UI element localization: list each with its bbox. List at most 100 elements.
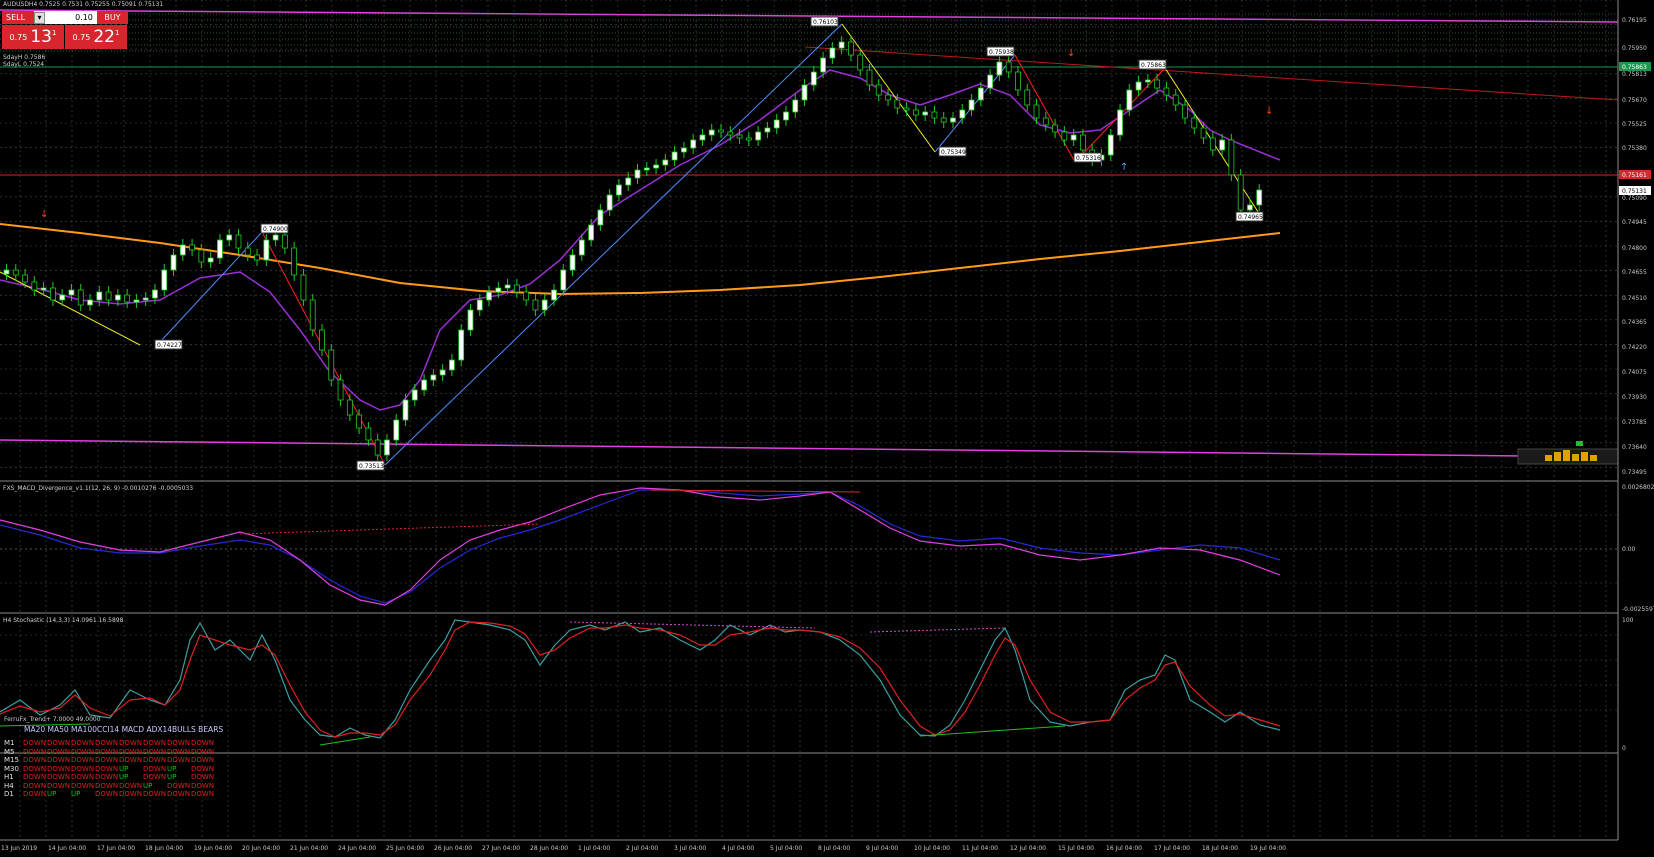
candle-body[interactable] bbox=[458, 329, 465, 361]
candle-body[interactable] bbox=[783, 111, 789, 121]
candle-body[interactable] bbox=[1256, 189, 1263, 206]
lot-size-control[interactable]: ▾ 0.10 bbox=[34, 11, 97, 24]
candle-body[interactable] bbox=[810, 71, 817, 86]
candle-body[interactable] bbox=[940, 117, 947, 123]
candle-body[interactable] bbox=[1126, 89, 1133, 111]
candle-body[interactable] bbox=[513, 284, 520, 293]
candle-body[interactable] bbox=[931, 111, 938, 119]
candle-body[interactable] bbox=[755, 131, 762, 141]
candle-body[interactable] bbox=[170, 254, 177, 271]
candle-body[interactable] bbox=[1163, 87, 1170, 96]
candle-body[interactable] bbox=[912, 109, 919, 116]
candle-body[interactable] bbox=[773, 119, 780, 129]
candle-body[interactable] bbox=[1219, 139, 1226, 151]
candle-body[interactable] bbox=[662, 159, 669, 166]
candle-body[interactable] bbox=[653, 164, 659, 169]
candle-body[interactable] bbox=[1117, 109, 1123, 136]
candle-body[interactable] bbox=[198, 249, 205, 263]
candle-body[interactable] bbox=[235, 234, 242, 249]
candle-body[interactable] bbox=[291, 247, 298, 276]
candle-body[interactable] bbox=[718, 129, 724, 133]
candle-body[interactable] bbox=[885, 94, 891, 101]
candle-body[interactable] bbox=[597, 209, 604, 226]
candle-body[interactable] bbox=[578, 239, 585, 256]
candle-body[interactable] bbox=[467, 309, 474, 331]
one-click-trade-panel[interactable]: SELL ▾ 0.10 BUY 0.75 13 1 0.75 22 1 bbox=[2, 11, 128, 49]
main-price-pane[interactable]: 0.76103 0.75938 0.75863 0.75349 0.75316 0.749… bbox=[0, 9, 1619, 471]
sell-price-button[interactable]: 0.75 13 1 bbox=[2, 25, 64, 49]
candle-body[interactable] bbox=[495, 287, 502, 293]
candle-body[interactable] bbox=[263, 239, 270, 261]
candle-body[interactable] bbox=[1182, 104, 1188, 119]
candle-body[interactable] bbox=[31, 281, 38, 291]
candle-body[interactable] bbox=[49, 287, 56, 301]
candle-body[interactable] bbox=[374, 439, 381, 456]
candle-body[interactable] bbox=[875, 84, 882, 96]
candle-body[interactable] bbox=[1080, 134, 1086, 151]
candle-body[interactable] bbox=[1070, 134, 1077, 141]
candle-body[interactable] bbox=[105, 291, 112, 301]
candle-body[interactable] bbox=[671, 151, 678, 161]
candle-body[interactable] bbox=[114, 294, 121, 301]
candle-body[interactable] bbox=[22, 274, 28, 283]
macd-pane[interactable] bbox=[0, 487, 1618, 606]
candle-body[interactable] bbox=[96, 291, 103, 301]
candle-body[interactable] bbox=[727, 131, 734, 136]
candle-body[interactable] bbox=[959, 109, 966, 119]
sell-button[interactable]: SELL bbox=[2, 11, 35, 24]
candle-body[interactable] bbox=[1033, 104, 1040, 119]
candle-body[interactable] bbox=[217, 239, 223, 259]
candle-body[interactable] bbox=[68, 289, 75, 296]
candle-body[interactable] bbox=[1228, 139, 1235, 176]
candle-body[interactable] bbox=[866, 69, 873, 86]
candle-body[interactable] bbox=[1172, 94, 1179, 106]
candle-body[interactable] bbox=[625, 177, 632, 186]
candle-body[interactable] bbox=[634, 169, 641, 179]
candle-body[interactable] bbox=[207, 257, 214, 263]
candle-body[interactable] bbox=[189, 244, 195, 251]
candle-body[interactable] bbox=[857, 54, 864, 71]
chart-canvas[interactable]: 0.76103 0.75938 0.75863 0.75349 0.75316 0.749… bbox=[0, 0, 1654, 853]
candle-body[interactable] bbox=[384, 439, 390, 456]
candle-body[interactable] bbox=[560, 269, 567, 291]
lot-decrease-button[interactable]: ▾ bbox=[34, 11, 46, 24]
candle-body[interactable] bbox=[1200, 127, 1207, 139]
candle-body[interactable] bbox=[226, 234, 233, 241]
candle-body[interactable] bbox=[486, 291, 492, 301]
buy-button[interactable]: BUY bbox=[96, 11, 128, 24]
candle-body[interactable] bbox=[820, 57, 826, 73]
candle-body[interactable] bbox=[152, 289, 158, 299]
candle-body[interactable] bbox=[1191, 117, 1198, 129]
candle-body[interactable] bbox=[838, 41, 845, 49]
candle-body[interactable] bbox=[87, 299, 93, 306]
candle-body[interactable] bbox=[792, 99, 799, 113]
candle-body[interactable] bbox=[968, 99, 975, 111]
candle-body[interactable] bbox=[1042, 117, 1049, 126]
candle-body[interactable] bbox=[133, 299, 140, 303]
candle-body[interactable] bbox=[699, 134, 706, 141]
candle-body[interactable] bbox=[551, 289, 557, 301]
candle-body[interactable] bbox=[337, 379, 344, 401]
candle-body[interactable] bbox=[402, 399, 409, 421]
candle-body[interactable] bbox=[328, 349, 335, 381]
candle-body[interactable] bbox=[77, 289, 84, 306]
candle-body[interactable] bbox=[894, 99, 901, 109]
candle-body[interactable] bbox=[1247, 204, 1253, 211]
candle-body[interactable] bbox=[848, 41, 854, 56]
candle-body[interactable] bbox=[319, 329, 325, 351]
candle-body[interactable] bbox=[950, 117, 956, 123]
candle-body[interactable] bbox=[532, 299, 539, 311]
candle-body[interactable] bbox=[439, 369, 446, 376]
candle-body[interactable] bbox=[449, 359, 455, 371]
candle-body[interactable] bbox=[922, 111, 929, 116]
candle-body[interactable] bbox=[254, 254, 260, 261]
candlestick-series[interactable] bbox=[3, 36, 1263, 461]
candle-body[interactable] bbox=[356, 414, 363, 429]
candle-body[interactable] bbox=[690, 139, 697, 149]
candle-body[interactable] bbox=[541, 299, 548, 311]
candle-body[interactable] bbox=[1154, 79, 1161, 89]
candle-body[interactable] bbox=[346, 399, 353, 416]
lot-size-input[interactable]: 0.10 bbox=[45, 13, 97, 22]
candle-body[interactable] bbox=[411, 389, 418, 401]
candle-body[interactable] bbox=[142, 297, 149, 301]
